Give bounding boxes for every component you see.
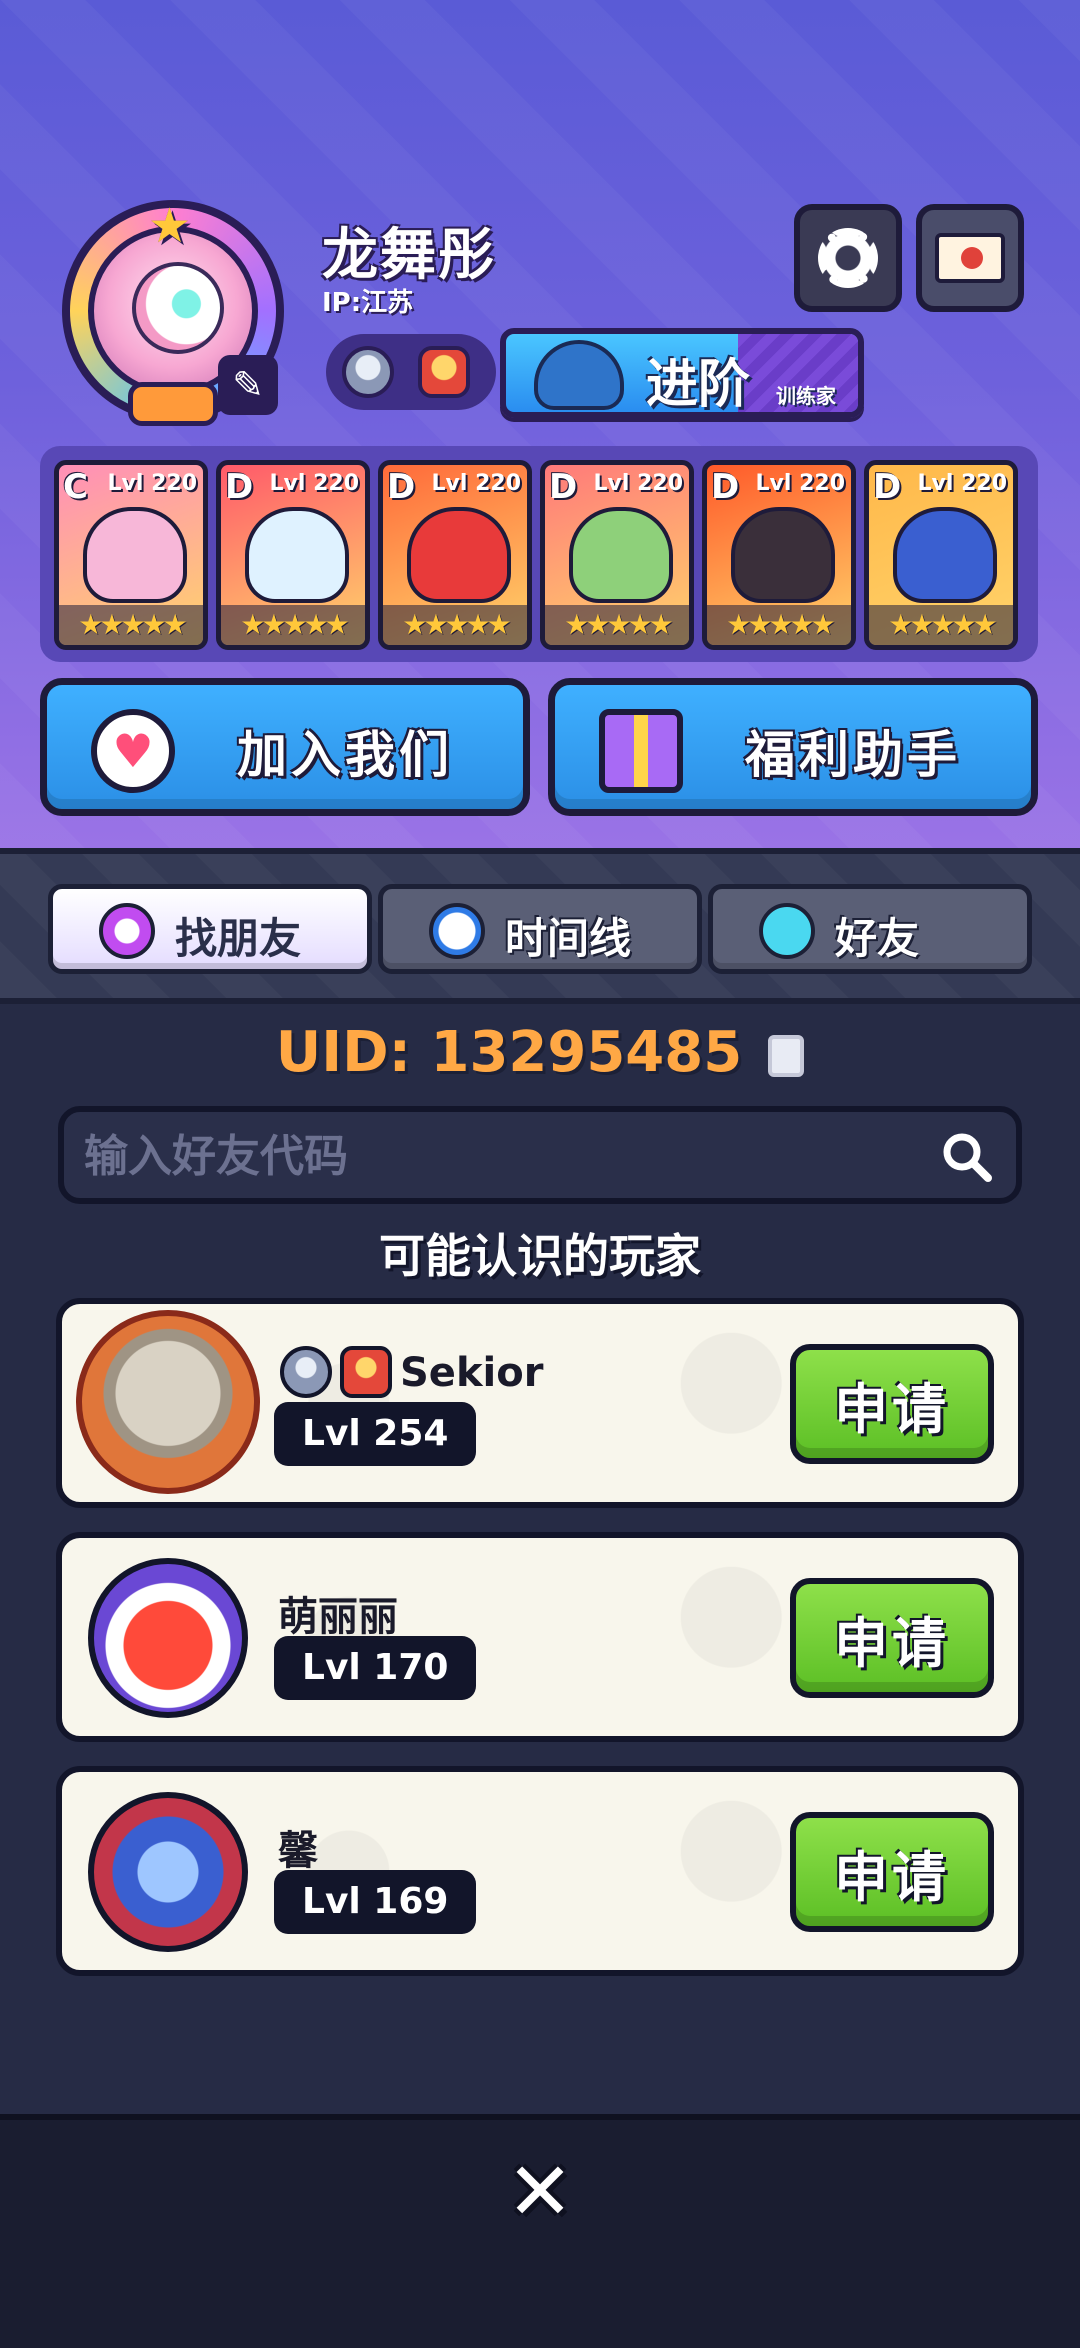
welfare-helper-button[interactable]: 福利助手 xyxy=(548,678,1038,816)
tab-find-label: 找朋友 xyxy=(175,914,302,963)
suggested-players-title: 可能认识的玩家 xyxy=(379,1229,701,1283)
monster-level: Lvl 220 xyxy=(431,471,521,496)
player-ip-location: IP:江苏 xyxy=(322,288,414,318)
edit-icon: ✎ xyxy=(232,363,264,407)
tab-timeline[interactable]: 时间线 xyxy=(378,884,702,974)
uid-display: UID: 13295485 xyxy=(0,1020,1080,1085)
player-level: Lvl 170 xyxy=(274,1636,477,1700)
team-lineup: C Lvl 220 ★★★★★ D Lvl 220 ★★★★★ D Lvl 220 ★★★★★ D… xyxy=(40,446,1038,662)
tab-find-friends[interactable]: 找朋友 xyxy=(48,884,372,974)
team-monster-card[interactable]: D Lvl 220 ★★★★★ xyxy=(216,460,370,650)
player-card: 萌丽丽 Lvl 170 申请 xyxy=(56,1532,1024,1742)
player-name: Sekior xyxy=(400,1350,544,1396)
monster-portrait xyxy=(893,507,997,603)
friend-code-search xyxy=(58,1106,1022,1204)
monster-tier: D xyxy=(387,467,416,507)
monster-level: Lvl 220 xyxy=(755,471,845,496)
player-avatar[interactable] xyxy=(76,1310,260,1494)
gold-shield-badge-icon xyxy=(418,346,470,398)
advance-sublabel: 训练家 xyxy=(776,384,836,408)
monster-stars: ★★★★★ xyxy=(869,605,1013,645)
gift-icon xyxy=(599,709,683,793)
avatar-frame-badge xyxy=(128,382,218,426)
monster-portrait xyxy=(83,507,187,603)
team-monster-card[interactable]: C Lvl 220 ★★★★★ xyxy=(54,460,208,650)
player-name: 萌丽丽 xyxy=(278,1594,398,1640)
friend-code-input[interactable] xyxy=(84,1128,904,1184)
tab-timeline-label: 时间线 xyxy=(505,914,632,963)
team-monster-card[interactable]: D Lvl 220 ★★★★★ xyxy=(702,460,856,650)
monster-stars: ★★★★★ xyxy=(545,605,689,645)
monster-level: Lvl 220 xyxy=(917,471,1007,496)
team-monster-card[interactable]: D Lvl 220 ★★★★★ xyxy=(864,460,1018,650)
monster-portrait xyxy=(569,507,673,603)
monster-stars: ★★★★★ xyxy=(383,605,527,645)
apply-friend-button[interactable]: 申请 xyxy=(790,1578,994,1698)
monster-tier: D xyxy=(549,467,578,507)
join-us-button[interactable]: ♥ 加入我们 xyxy=(40,678,530,816)
gear-icon xyxy=(818,228,878,288)
monster-level: Lvl 220 xyxy=(269,471,359,496)
advance-label: 进阶 xyxy=(646,355,751,415)
player-card: 馨 Lvl 169 申请 xyxy=(56,1766,1024,1976)
monster-stars: ★★★★★ xyxy=(59,605,203,645)
monster-tier: D xyxy=(711,467,740,507)
profile-header: ★ ✎ 龙舞彤 IP:江苏 进阶 训练家 C Lvl 220 ★★★★★ D Lvl 2… xyxy=(0,0,1080,848)
player-name: 龙舞彤 xyxy=(322,223,496,288)
copy-icon[interactable] xyxy=(768,1034,805,1077)
player-name: 馨 xyxy=(278,1828,358,1874)
monster-tier: C xyxy=(63,467,88,507)
team-monster-card[interactable]: D Lvl 220 ★★★★★ xyxy=(540,460,694,650)
edit-avatar-button[interactable]: ✎ xyxy=(218,355,278,415)
monster-tier: D xyxy=(225,467,254,507)
player-card: Sekior Lvl 254 申请 xyxy=(56,1298,1024,1508)
magnifier-icon xyxy=(99,903,155,959)
player-avatar[interactable] xyxy=(88,1792,248,1952)
tab-friends-label: 好友 xyxy=(835,914,920,963)
settings-button[interactable] xyxy=(794,204,902,312)
mascot-icon xyxy=(534,340,624,410)
heart-icon: ♥ xyxy=(91,709,175,793)
close-icon[interactable]: ✕ xyxy=(500,2152,580,2232)
avatar-star-icon: ★ xyxy=(148,198,192,254)
team-monster-card[interactable]: D Lvl 220 ★★★★★ xyxy=(378,460,532,650)
clock-icon xyxy=(429,903,485,959)
uid-text: UID: 13295485 xyxy=(275,1020,743,1085)
tab-friends[interactable]: 好友 xyxy=(708,884,1032,974)
monster-tier: D xyxy=(873,467,902,507)
apply-friend-button[interactable]: 申请 xyxy=(790,1344,994,1464)
silver-rank-badge-icon xyxy=(342,346,394,398)
welfare-helper-label: 福利助手 xyxy=(745,726,961,784)
monster-portrait xyxy=(407,507,511,603)
monster-stars: ★★★★★ xyxy=(221,605,365,645)
monster-portrait xyxy=(731,507,835,603)
player-avatar[interactable] xyxy=(88,1558,248,1718)
join-us-label: 加入我们 xyxy=(237,726,453,784)
monster-level: Lvl 220 xyxy=(107,471,197,496)
player-level: Lvl 254 xyxy=(274,1402,477,1466)
monster-level: Lvl 220 xyxy=(593,471,683,496)
silver-rank-badge-icon xyxy=(280,1346,332,1398)
advance-trainer-button[interactable]: 进阶 训练家 xyxy=(500,328,864,418)
apply-friend-button[interactable]: 申请 xyxy=(790,1812,994,1932)
search-icon[interactable] xyxy=(940,1130,994,1184)
mail-button[interactable] xyxy=(916,204,1024,312)
avatar-creature xyxy=(132,262,224,354)
monster-stars: ★★★★★ xyxy=(707,605,851,645)
chat-bubble-icon xyxy=(759,903,815,959)
player-level: Lvl 169 xyxy=(274,1870,477,1934)
gold-shield-badge-icon xyxy=(340,1346,392,1398)
envelope-icon xyxy=(935,233,1005,283)
badges-container[interactable] xyxy=(326,334,496,410)
monster-portrait xyxy=(245,507,349,603)
